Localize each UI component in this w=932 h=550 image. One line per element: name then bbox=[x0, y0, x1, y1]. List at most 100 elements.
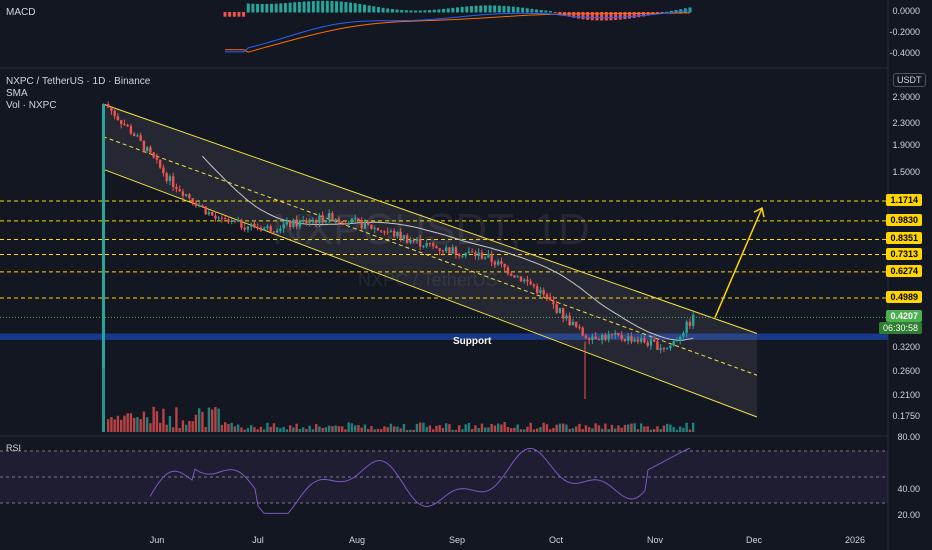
macd-histogram-bar bbox=[404, 10, 408, 13]
currency-unit-button[interactable]: USDT bbox=[893, 73, 926, 87]
volume-bar bbox=[581, 429, 584, 432]
macd-histogram-bar bbox=[576, 12, 580, 19]
volume-bar bbox=[685, 422, 688, 432]
candle-body bbox=[175, 186, 178, 190]
macd-histogram-bar bbox=[525, 8, 529, 13]
candle-body bbox=[246, 226, 250, 230]
rsi-axis-tick: 20.00 bbox=[897, 510, 920, 520]
volume-bar bbox=[233, 426, 237, 432]
x-axis-label: Sep bbox=[448, 535, 466, 545]
x-axis-label: Jul bbox=[252, 535, 264, 545]
macd-histogram-bar bbox=[586, 12, 590, 20]
candle-body bbox=[639, 338, 643, 342]
macd-histogram-bar bbox=[539, 9, 543, 13]
volume-bar bbox=[643, 426, 646, 432]
candle-body bbox=[483, 257, 487, 259]
volume-bar bbox=[379, 429, 383, 432]
volume-bar bbox=[623, 424, 627, 432]
volume-bar bbox=[535, 428, 539, 432]
volume-bar bbox=[454, 429, 458, 432]
volume-bar bbox=[522, 429, 526, 432]
candle-body bbox=[207, 212, 211, 215]
volume-bar bbox=[142, 411, 146, 432]
level-price-tag: 0.8351 bbox=[886, 232, 922, 245]
volume-bar bbox=[578, 423, 581, 432]
volume-bar bbox=[506, 426, 510, 432]
last-price-tag: 0.4207 bbox=[886, 310, 922, 323]
volume-bar bbox=[672, 427, 675, 432]
price-axis-tick: 0.2100 bbox=[892, 390, 920, 401]
volume-bar bbox=[444, 423, 448, 432]
candle-body bbox=[662, 348, 666, 350]
macd-histogram-bar bbox=[423, 10, 427, 13]
candle-body bbox=[181, 191, 185, 196]
volume-bar bbox=[548, 429, 552, 432]
candle-body bbox=[171, 176, 175, 187]
macd-histogram-bar bbox=[549, 11, 552, 13]
macd-histogram-bar bbox=[451, 7, 455, 13]
candle-body bbox=[493, 261, 497, 265]
macd-histogram-bar bbox=[246, 3, 250, 13]
macd-histogram-bar bbox=[516, 7, 520, 13]
macd-histogram-bar bbox=[460, 6, 464, 13]
volume-bar bbox=[207, 407, 211, 432]
candle-body bbox=[513, 275, 516, 278]
macd-histogram-bar bbox=[321, 0, 325, 13]
x-axis-label: 2026 bbox=[844, 535, 866, 545]
macd-histogram-bar bbox=[409, 10, 413, 13]
volume-bar bbox=[558, 423, 562, 432]
volume-bar bbox=[428, 425, 432, 432]
candle-body bbox=[201, 205, 204, 207]
volume-bar bbox=[636, 429, 640, 432]
macd-histogram-bar bbox=[302, 1, 306, 13]
volume-bar bbox=[136, 417, 139, 432]
volume-bar bbox=[448, 424, 451, 432]
volume-bar bbox=[682, 427, 685, 432]
candle-body bbox=[545, 294, 549, 298]
candle-body bbox=[581, 327, 584, 336]
price-axis-tick: 0.2600 bbox=[892, 366, 920, 377]
volume-bar bbox=[243, 429, 246, 432]
candle-body bbox=[594, 336, 597, 340]
macd-histogram-bar bbox=[446, 8, 450, 13]
volume-bar bbox=[132, 417, 136, 432]
candle-body bbox=[516, 276, 519, 278]
x-axis-label: Dec bbox=[745, 535, 763, 545]
volume-bar bbox=[639, 423, 643, 432]
volume-bar bbox=[129, 413, 133, 432]
volume-bar bbox=[464, 424, 467, 432]
volume-bar bbox=[331, 426, 334, 432]
macd-histogram-bar bbox=[265, 3, 269, 13]
volume-bar bbox=[389, 423, 393, 432]
candle-body bbox=[532, 284, 536, 287]
macd-histogram-bar bbox=[307, 1, 311, 13]
macd-histogram-bar bbox=[535, 9, 539, 13]
volume-bar bbox=[552, 427, 555, 432]
macd-histogram-bar bbox=[474, 5, 478, 13]
volume-bar bbox=[503, 422, 506, 432]
volume-bar bbox=[350, 423, 354, 432]
volume-bar bbox=[165, 424, 168, 432]
volume-bar bbox=[344, 429, 347, 432]
volume-bar bbox=[600, 428, 604, 432]
candle-body bbox=[256, 227, 259, 229]
volume-bar bbox=[139, 419, 142, 432]
candle-body bbox=[119, 120, 123, 125]
candle-body bbox=[529, 281, 532, 285]
volume-bar bbox=[227, 423, 230, 432]
volume-bar bbox=[230, 422, 233, 432]
volume-bar bbox=[509, 428, 513, 432]
macd-histogram-bar bbox=[344, 2, 348, 13]
volume-bar bbox=[474, 425, 477, 432]
projection-arrow-line bbox=[714, 207, 763, 318]
candle-body bbox=[243, 227, 246, 230]
candle-body bbox=[496, 261, 500, 265]
candle-body bbox=[652, 339, 656, 342]
candle-body bbox=[591, 336, 594, 341]
macd-histogram-bar bbox=[223, 12, 227, 17]
level-price-tag: 0.6274 bbox=[886, 264, 922, 277]
volume-bar bbox=[110, 417, 113, 432]
price-axis-tick: 1.9000 bbox=[892, 140, 920, 151]
macd-label: MACD bbox=[6, 7, 36, 18]
macd-histogram-bar bbox=[502, 5, 506, 13]
